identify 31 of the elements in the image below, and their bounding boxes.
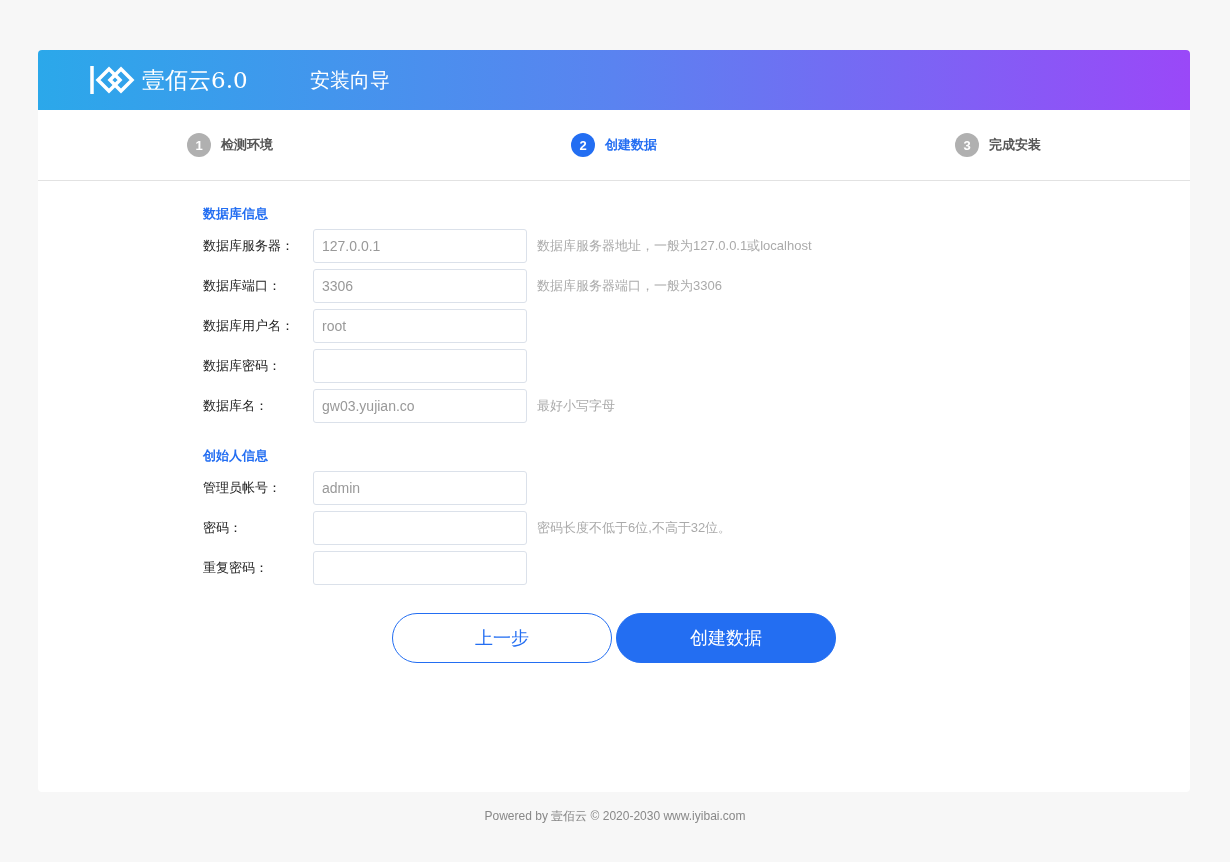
input-field[interactable]: 127.0.0.1	[313, 229, 527, 263]
input-field[interactable]	[313, 349, 527, 383]
step-label: 完成安装	[989, 136, 1041, 154]
field-label: 数据库密码：	[203, 357, 282, 375]
step-label: 创建数据	[605, 136, 657, 154]
field-hint: 最好小写字母	[537, 397, 615, 415]
field-label: 重复密码：	[203, 559, 269, 577]
section-title: 数据库信息	[203, 205, 269, 223]
field-label: 数据库用户名：	[203, 317, 295, 335]
input-field[interactable]: admin	[313, 471, 527, 505]
field-label: 数据库服务器：	[203, 237, 295, 255]
logo-text: 壹佰云6.0	[142, 65, 248, 95]
input-field[interactable]: root	[313, 309, 527, 343]
step-label: 检测环境	[221, 136, 273, 154]
input-field[interactable]: 3306	[313, 269, 527, 303]
input-field[interactable]: gw03.yujian.co	[313, 389, 527, 423]
input-field[interactable]	[313, 551, 527, 585]
footer-text: Powered by 壹佰云 © 2020-2030 www.iyibai.com	[483, 808, 747, 825]
input-field[interactable]	[313, 511, 527, 545]
field-label: 密码：	[203, 519, 243, 537]
submit-button[interactable]: 创建数据	[616, 613, 836, 663]
field-label: 数据库名：	[203, 397, 269, 415]
field-label: 管理员帐号：	[203, 479, 282, 497]
section-title: 创始人信息	[203, 447, 269, 465]
step-number: 1	[187, 133, 211, 157]
field-label: 数据库端口：	[203, 277, 282, 295]
back-button[interactable]: 上一步	[392, 613, 612, 663]
step-number: 2	[571, 133, 595, 157]
field-hint: 密码长度不低于6位,不高于32位。	[537, 519, 732, 537]
page-title: 安装向导	[309, 67, 390, 93]
step-number: 3	[955, 133, 979, 157]
